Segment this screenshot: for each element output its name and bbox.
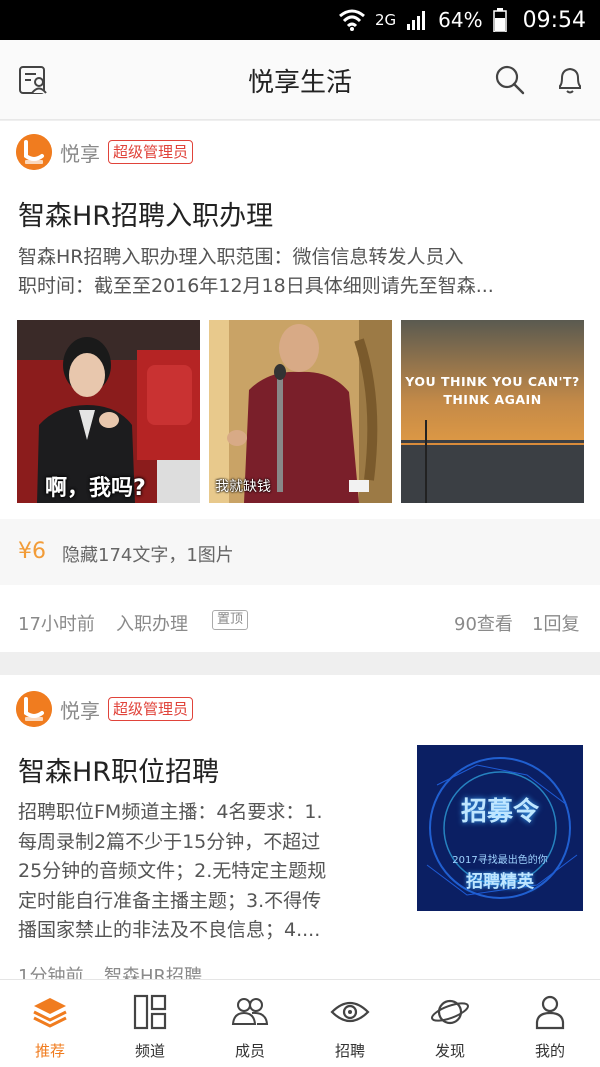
image-caption: 啊，我吗? xyxy=(45,476,146,501)
post-author-row: 悦享 超级管理员 xyxy=(16,134,194,170)
app-logo-icon xyxy=(16,691,52,727)
pinned-badge: 置顶 xyxy=(212,610,249,630)
planet-icon xyxy=(431,999,469,1025)
bell-icon[interactable] xyxy=(554,64,586,96)
battery-percent: 64% xyxy=(438,8,483,32)
person-icon xyxy=(535,995,565,1030)
post-image[interactable]: YOU THINK YOU CAN'T? THINK AGAIN xyxy=(401,320,584,503)
image-caption-line: THINK AGAIN xyxy=(443,392,542,407)
wifi-icon xyxy=(339,9,365,31)
network-type: 2G xyxy=(374,11,397,29)
reward-bar[interactable]: ¥6 隐藏174文字，1图片 xyxy=(0,519,600,585)
users-icon xyxy=(231,998,269,1025)
tab-members[interactable]: 成员 xyxy=(200,980,300,1067)
view-count: 90查看 xyxy=(454,614,513,635)
post-category[interactable]: 入职办理 xyxy=(116,610,188,636)
tab-label: 频道 xyxy=(134,1042,165,1060)
reward-amount: ¥6 xyxy=(18,539,46,564)
post-thumbnail[interactable]: 招募令 2017寻找最出色的你 招聘精英 xyxy=(417,745,583,911)
admin-badge: 超级管理员 xyxy=(108,697,194,721)
image-caption-line: YOU THINK YOU CAN'T? xyxy=(405,374,580,389)
author-name[interactable]: 悦享 xyxy=(60,695,100,724)
post-summary: 智森HR招聘入职办理入职范围：微信信息转发人员入 职时间：截至至2016年12月… xyxy=(18,243,494,301)
summary-line: 职时间：截至至2016年12月18日具体细则请先至智森... xyxy=(18,275,494,297)
clock: 09:54 xyxy=(522,7,586,33)
image-caption: 我就缺钱 xyxy=(215,479,271,495)
post-title[interactable]: 智森HR职位招聘 xyxy=(18,750,219,789)
photo-sunset-sea xyxy=(401,320,584,503)
signal-icon xyxy=(407,11,426,30)
tab-discover[interactable]: 发现 xyxy=(400,980,500,1067)
post-author-row: 悦享 超级管理员 xyxy=(16,691,194,727)
avatar[interactable] xyxy=(16,134,52,170)
tab-mine[interactable]: 我的 xyxy=(500,980,600,1067)
post-title[interactable]: 智森HR招聘入职办理 xyxy=(18,194,273,233)
app-logo-icon xyxy=(16,134,52,170)
summary-line: 智森HR招聘入职办理入职范围：微信信息转发人员入 xyxy=(18,246,464,268)
post-time: 17小时前 xyxy=(18,614,95,635)
app-header: 悦享生活 xyxy=(0,40,600,120)
tab-label: 推荐 xyxy=(34,1042,65,1060)
summary-line: 每周录制2篇不少于15分钟，不超过 xyxy=(18,830,321,853)
poster-tagline: 招聘精英 xyxy=(466,872,534,892)
avatar[interactable] xyxy=(16,691,52,727)
post-image[interactable]: 啊，我吗? xyxy=(17,320,200,503)
author-name[interactable]: 悦享 xyxy=(60,138,100,167)
search-icon[interactable] xyxy=(494,64,526,96)
tab-label: 我的 xyxy=(534,1042,565,1060)
poster-subtitle: 2017寻找最出色的你 xyxy=(452,855,548,866)
tab-recruit[interactable]: 招聘 xyxy=(300,980,400,1067)
tab-label: 招聘 xyxy=(334,1042,365,1060)
tab-label: 成员 xyxy=(234,1042,265,1060)
eye-icon xyxy=(330,1001,370,1023)
admin-badge: 超级管理员 xyxy=(108,140,194,164)
reply-count: 1回复 xyxy=(532,614,580,635)
poster-heading: 招募令 xyxy=(460,797,539,827)
summary-line: 定时能自行准备主播主题；3.不得传 xyxy=(18,889,322,912)
summary-line: 招聘职位FM频道主播：4名要求：1. xyxy=(18,801,323,823)
layers-icon xyxy=(33,998,67,1028)
status-bar: 2G 64% 09:54 xyxy=(0,0,600,40)
tab-label: 发现 xyxy=(434,1042,465,1060)
grid-icon xyxy=(133,994,167,1030)
summary-line: 播国家禁止的非法及不良信息；4.... xyxy=(18,919,321,941)
summary-line: 25分钟的音频文件；2.无特定主题规 xyxy=(18,860,327,882)
bottom-tab-bar: 推荐 频道 成员 招聘 发现 我的 xyxy=(0,979,600,1067)
tab-recommend[interactable]: 推荐 xyxy=(0,980,100,1067)
post-image[interactable]: 我就缺钱 xyxy=(209,320,392,503)
reward-text: 隐藏174文字，1图片 xyxy=(62,545,234,566)
image-caption: YOU THINK YOU CAN'T? THINK AGAIN xyxy=(401,374,584,407)
tab-channels[interactable]: 频道 xyxy=(100,980,200,1067)
battery-icon xyxy=(492,8,507,32)
post-summary: 招聘职位FM频道主播：4名要求：1. 每周录制2篇不少于15分钟，不超过 25分… xyxy=(18,798,326,946)
